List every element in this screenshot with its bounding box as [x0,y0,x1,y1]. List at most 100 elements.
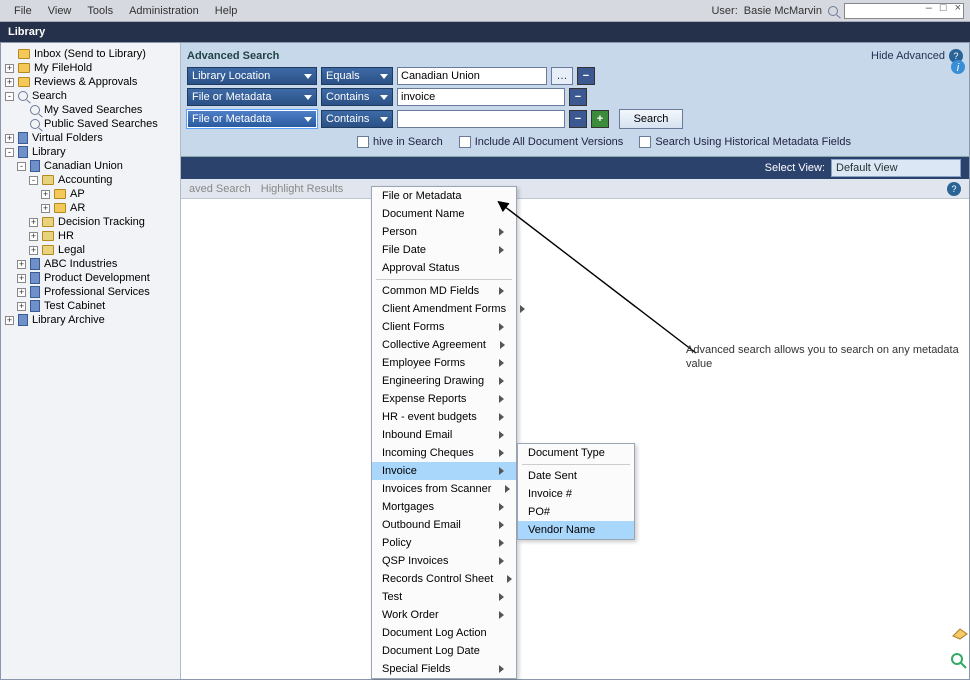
menu-item[interactable]: Policy [372,534,516,552]
menu-item[interactable]: Outbound Email [372,516,516,534]
tree-item[interactable]: -Library [3,145,178,159]
location-value-input[interactable] [397,67,547,85]
submenu-item[interactable]: Invoice # [518,485,634,503]
expander-icon[interactable]: + [5,316,14,325]
tree-item[interactable]: +My FileHold [3,61,178,75]
menu-item[interactable]: Common MD Fields [372,282,516,300]
browse-button[interactable]: … [551,67,573,85]
tree-item[interactable]: +Test Cabinet [3,299,178,313]
submenu-item[interactable]: Document Type [518,444,634,462]
expander-icon[interactable]: + [5,78,14,87]
expander-icon[interactable]: - [29,176,38,185]
tree-item[interactable]: -Accounting [3,173,178,187]
remove-row-button[interactable]: − [569,88,587,106]
tree-item[interactable]: +HR [3,229,178,243]
select-view-dropdown[interactable]: Default View [831,159,961,177]
zoom-icon[interactable] [950,652,968,670]
field-dropdown[interactable]: File or Metadata [187,88,317,106]
search-button[interactable]: Search [619,109,683,129]
expander-icon[interactable]: + [29,246,38,255]
expander-icon[interactable]: + [41,190,50,199]
menu-item[interactable]: Employee Forms [372,354,516,372]
menu-item[interactable]: QSP Invoices [372,552,516,570]
expander-icon[interactable]: + [5,64,14,73]
tree-item[interactable]: +Reviews & Approvals [3,75,178,89]
search-icon[interactable] [828,6,838,16]
field-dropdown[interactable]: File or Metadata [187,110,317,128]
remove-row-button[interactable]: − [577,67,595,85]
menu-item[interactable]: Document Name [372,205,516,223]
eraser-icon[interactable] [950,624,968,642]
operator-dropdown[interactable]: Equals [321,67,393,85]
menu-item[interactable]: Special Fields [372,660,516,678]
tree-item[interactable]: +ABC Industries [3,257,178,271]
menu-item[interactable]: Client Amendment Forms [372,300,516,318]
value-input[interactable] [397,110,565,128]
submenu-item[interactable]: Vendor Name [518,521,634,539]
tree-item[interactable]: +AR [3,201,178,215]
tree-item[interactable]: Public Saved Searches [3,117,178,131]
tree-item[interactable]: +Library Archive [3,313,178,327]
menu-item[interactable]: File Date [372,241,516,259]
add-row-button[interactable]: + [591,110,609,128]
menu-item[interactable]: Mortgages [372,498,516,516]
tree-item[interactable]: +Professional Services [3,285,178,299]
menu-item[interactable]: Person [372,223,516,241]
tree-item[interactable]: Inbox (Send to Library) [3,47,178,61]
menu-item[interactable]: Approval Status [372,259,516,277]
tree-item[interactable]: +Virtual Folders [3,131,178,145]
menu-item[interactable]: Collective Agreement [372,336,516,354]
menu-item[interactable]: Work Order [372,606,516,624]
expander-icon[interactable]: - [5,148,14,157]
menu-item[interactable]: Document Log Date [372,642,516,660]
tree-item[interactable]: +Legal [3,243,178,257]
window-maximize-icon[interactable]: □ [937,2,950,14]
tree-item[interactable]: -Canadian Union [3,159,178,173]
menu-item[interactable]: Engineering Drawing [372,372,516,390]
expander-icon[interactable]: + [17,288,26,297]
menu-item[interactable]: Records Control Sheet [372,570,516,588]
menu-view[interactable]: View [40,1,80,21]
tree-item[interactable]: -Search [3,89,178,103]
submenu-item[interactable]: Date Sent [518,467,634,485]
menu-item[interactable]: Inbound Email [372,426,516,444]
highlight-results-link[interactable]: Highlight Results [261,183,344,195]
value-input[interactable] [397,88,565,106]
menu-item[interactable]: Invoice [372,462,516,480]
menu-item[interactable]: Incoming Cheques [372,444,516,462]
menu-item[interactable]: Test [372,588,516,606]
field-dropdown[interactable]: Library Location [187,67,317,85]
expander-icon[interactable]: + [17,302,26,311]
expander-icon[interactable]: + [17,260,26,269]
menu-item[interactable]: Expense Reports [372,390,516,408]
menu-item[interactable]: Invoices from Scanner [372,480,516,498]
menu-tools[interactable]: Tools [79,1,121,21]
expander-icon[interactable]: + [41,204,50,213]
expander-icon[interactable]: + [29,218,38,227]
menu-item[interactable]: Client Forms [372,318,516,336]
expander-icon[interactable]: + [17,274,26,283]
tree-item[interactable]: My Saved Searches [3,103,178,117]
menu-file[interactable]: File [6,1,40,21]
checkbox-icon[interactable] [357,136,369,148]
search-option[interactable]: Search Using Historical Metadata Fields [639,136,851,148]
tree-item[interactable]: +Decision Tracking [3,215,178,229]
remove-row-button[interactable]: − [569,110,587,128]
menu-item[interactable]: File or Metadata [372,187,516,205]
expander-icon[interactable]: + [29,232,38,241]
search-option[interactable]: hive in Search [357,136,443,148]
checkbox-icon[interactable] [639,136,651,148]
tree-item[interactable]: +AP [3,187,178,201]
submenu-item[interactable]: PO# [518,503,634,521]
help-icon[interactable]: ? [947,182,961,196]
saved-search-partial[interactable]: aved Search [189,183,251,195]
operator-dropdown[interactable]: Contains [321,88,393,106]
menu-help[interactable]: Help [207,1,246,21]
menu-item[interactable]: HR - event budgets [372,408,516,426]
menu-administration[interactable]: Administration [121,1,207,21]
expander-icon[interactable]: - [17,162,26,171]
operator-dropdown[interactable]: Contains [321,110,393,128]
menu-item[interactable]: Document Log Action [372,624,516,642]
window-close-icon[interactable]: × [952,2,964,14]
tree-item[interactable]: +Product Development [3,271,178,285]
